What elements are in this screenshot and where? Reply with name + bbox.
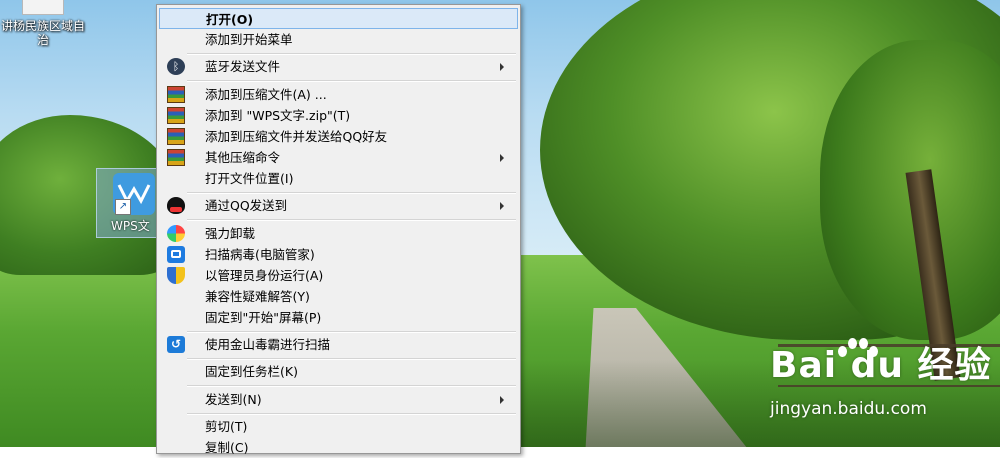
winrar-icon: [167, 128, 185, 145]
menu-item-label: 添加到开始菜单: [205, 32, 293, 47]
menu-item-label: 固定到"开始"屏幕(P): [205, 310, 322, 325]
desktop-icon-label: WPS文: [111, 219, 150, 233]
menu-item-copy[interactable]: 复制(C): [159, 437, 518, 458]
menu-item-other-compress-commands[interactable]: 其他压缩命令: [159, 147, 518, 168]
uninstall-icon: [167, 225, 185, 242]
submenu-arrow-icon: [500, 154, 504, 162]
menu-item-label: 添加到压缩文件(A) ...: [205, 87, 327, 102]
watermark-url: jingyan.baidu.com: [770, 399, 927, 419]
bluetooth-icon: ᛒ: [167, 58, 185, 75]
menu-item-label: 强力卸载: [205, 226, 256, 241]
menu-item-kingsoft-scan[interactable]: ↺ 使用金山毒霸进行扫描: [159, 334, 518, 355]
menu-item-label: 添加到 "WPS文字.zip"(T): [205, 108, 351, 123]
winrar-icon: [167, 149, 185, 166]
menu-item-archive-and-send-qq[interactable]: 添加到压缩文件并发送给QQ好友: [159, 126, 518, 147]
menu-item-label: 复制(C): [205, 440, 249, 455]
winrar-icon: [167, 107, 185, 124]
menu-item-open-file-location[interactable]: 打开文件位置(I): [159, 168, 518, 189]
menu-item-label: 发送到(N): [205, 392, 262, 407]
menu-separator: [187, 413, 516, 415]
menu-item-scan-virus-pc-manager[interactable]: 扫描病毒(电脑管家): [159, 244, 518, 265]
menu-item-pin-to-taskbar[interactable]: 固定到任务栏(K): [159, 361, 518, 382]
submenu-arrow-icon: [500, 202, 504, 210]
uac-shield-icon: [167, 267, 185, 284]
desktop-icon-document[interactable]: 讲杨民族区域自治: [0, 0, 86, 52]
menu-item-pin-to-start[interactable]: 固定到"开始"屏幕(P): [159, 307, 518, 328]
menu-item-force-uninstall[interactable]: 强力卸载: [159, 223, 518, 244]
context-menu: 打开(O) 添加到开始菜单 ᛒ 蓝牙发送文件 添加到压缩文件(A) ... 添加…: [156, 4, 521, 455]
menu-item-send-to[interactable]: 发送到(N): [159, 389, 518, 410]
menu-item-open[interactable]: 打开(O): [159, 8, 518, 29]
menu-item-send-via-qq[interactable]: 通过QQ发送到: [159, 195, 518, 216]
menu-separator: [187, 192, 516, 194]
submenu-arrow-icon: [500, 396, 504, 404]
menu-item-label: 添加到压缩文件并发送给QQ好友: [205, 129, 388, 144]
desktop-icon-wps[interactable]: ↗ WPS文: [96, 168, 164, 238]
winrar-icon: [167, 86, 185, 103]
baidu-jingyan-watermark: Bai du 经验 jingyan.baidu.com: [770, 338, 1000, 422]
menu-item-label: 兼容性疑难解答(Y): [205, 289, 310, 304]
submenu-arrow-icon: [500, 63, 504, 71]
menu-item-label: 使用金山毒霸进行扫描: [205, 337, 331, 352]
qq-icon: [167, 197, 185, 214]
kingsoft-antivirus-icon: ↺: [167, 336, 185, 353]
menu-item-add-to-start-menu[interactable]: 添加到开始菜单: [159, 29, 518, 50]
desktop-icon-label: 讲杨民族区域自治: [0, 19, 85, 47]
menu-separator: [187, 385, 516, 387]
menu-item-add-to-archive[interactable]: 添加到压缩文件(A) ...: [159, 84, 518, 105]
menu-item-label: 其他压缩命令: [205, 150, 281, 165]
menu-item-label: 打开文件位置(I): [205, 171, 294, 186]
menu-item-add-to-zip[interactable]: 添加到 "WPS文字.zip"(T): [159, 105, 518, 126]
shortcut-arrow-icon: ↗: [115, 199, 131, 215]
menu-item-run-as-admin[interactable]: 以管理员身份运行(A): [159, 265, 518, 286]
menu-item-label: 通过QQ发送到: [205, 198, 288, 213]
menu-separator: [187, 358, 516, 360]
menu-separator: [187, 53, 516, 55]
menu-item-label: 以管理员身份运行(A): [205, 268, 324, 283]
pc-manager-icon: [167, 246, 185, 263]
menu-item-troubleshoot-compatibility[interactable]: 兼容性疑难解答(Y): [159, 286, 518, 307]
baidu-paw-icon: [834, 336, 878, 366]
watermark-logo: Bai du 经验: [770, 345, 992, 386]
menu-separator: [187, 331, 516, 333]
menu-item-label: 固定到任务栏(K): [205, 364, 298, 379]
menu-item-cut[interactable]: 剪切(T): [159, 416, 518, 437]
menu-item-label: 打开(O): [206, 12, 254, 27]
menu-item-label: 蓝牙发送文件: [205, 59, 281, 74]
menu-item-bluetooth-send[interactable]: ᛒ 蓝牙发送文件: [159, 56, 518, 77]
menu-item-label: 扫描病毒(电脑管家): [205, 247, 315, 262]
document-icon: [22, 0, 64, 15]
menu-separator: [187, 80, 516, 82]
menu-separator: [187, 219, 516, 221]
menu-item-label: 剪切(T): [205, 419, 248, 434]
